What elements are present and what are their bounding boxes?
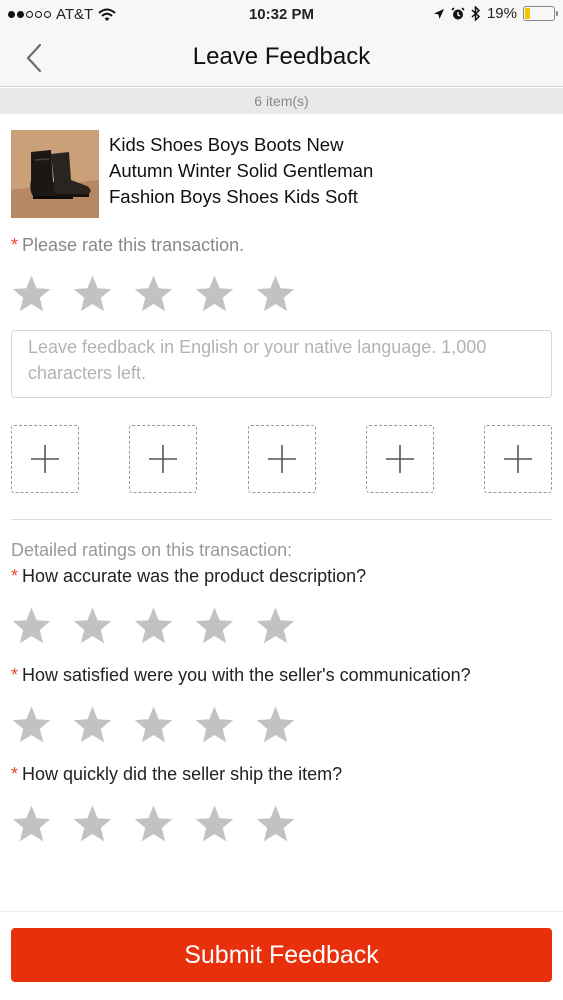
star-icon[interactable] — [11, 804, 52, 844]
star-icon[interactable] — [133, 274, 174, 314]
bluetooth-icon — [471, 6, 481, 21]
question-text: How quickly did the seller ship the item… — [22, 764, 343, 784]
required-mark: * — [11, 235, 19, 255]
overall-rating-stars — [11, 274, 296, 314]
item-count: 6 item(s) — [0, 88, 563, 114]
star-icon[interactable] — [255, 705, 296, 745]
plus-icon — [267, 445, 296, 473]
page-title: Leave Feedback — [192, 43, 371, 70]
feedback-input[interactable] — [11, 330, 552, 398]
star-icon[interactable] — [133, 705, 174, 745]
question-text: How satisfied were you with the seller's… — [22, 665, 471, 685]
star-icon[interactable] — [72, 274, 113, 314]
nav-bar: Leave Feedback — [0, 30, 563, 87]
star-icon[interactable] — [133, 804, 174, 844]
star-icon[interactable] — [255, 274, 296, 314]
photo-upload-row — [11, 425, 552, 493]
boots-image — [11, 130, 99, 218]
star-icon[interactable] — [11, 705, 52, 745]
add-photo-button[interactable] — [129, 425, 198, 493]
required-mark: * — [11, 566, 19, 586]
question-shipping-speed: * How quickly did the seller ship the ite… — [11, 764, 342, 785]
detailed-ratings-heading: Detailed ratings on this transaction: — [11, 540, 293, 560]
bottom-divider — [0, 911, 563, 912]
star-icon[interactable] — [11, 606, 52, 646]
plus-icon — [149, 445, 178, 473]
battery-percent: 19% — [486, 5, 517, 22]
product-thumbnail — [11, 130, 99, 218]
location-arrow-icon — [433, 8, 444, 19]
add-photo-button[interactable] — [365, 425, 434, 493]
status-right: 19% — [433, 5, 558, 22]
plus-icon — [385, 445, 414, 473]
submit-feedback-button[interactable]: Submit Feedback — [11, 928, 552, 982]
star-icon[interactable] — [72, 705, 113, 745]
star-icon[interactable] — [255, 606, 296, 646]
add-photo-button[interactable] — [484, 425, 552, 493]
description-accuracy-stars — [11, 606, 296, 646]
star-icon[interactable] — [194, 606, 235, 646]
star-icon[interactable] — [72, 606, 113, 646]
alarm-icon — [451, 6, 465, 19]
star-icon[interactable] — [255, 804, 296, 844]
add-photo-button[interactable] — [11, 425, 79, 493]
star-icon[interactable] — [194, 804, 235, 844]
required-mark: * — [11, 764, 19, 784]
battery-icon — [523, 6, 558, 21]
seller-communication-stars — [11, 705, 296, 745]
required-mark: * — [11, 665, 19, 685]
section-divider — [11, 519, 552, 520]
status-bar: AT&T 10:32 PM 19% — [0, 0, 563, 30]
product-summary: Kids Shoes Boys Boots New Autumn Winter … — [11, 130, 551, 220]
question-text: How accurate was the product description… — [22, 566, 367, 586]
plus-icon — [504, 445, 532, 473]
battery-fill — [525, 8, 531, 19]
add-photo-button[interactable] — [247, 425, 316, 493]
question-description-accuracy: * How accurate was the product descriptio… — [11, 566, 366, 587]
star-icon[interactable] — [133, 606, 174, 646]
star-icon[interactable] — [72, 804, 113, 844]
plus-icon — [31, 445, 59, 473]
question-seller-communication: * How satisfied were you with the seller'… — [11, 665, 471, 686]
overall-rating-prompt-text: Please rate this transaction. — [22, 235, 245, 255]
star-icon[interactable] — [194, 274, 235, 314]
overall-rating-prompt: * Please rate this transaction. — [11, 235, 244, 256]
star-icon[interactable] — [11, 274, 52, 314]
star-icon[interactable] — [194, 705, 235, 745]
product-title[interactable]: Kids Shoes Boys Boots New Autumn Winter … — [109, 132, 429, 210]
shipping-speed-stars — [11, 804, 296, 844]
